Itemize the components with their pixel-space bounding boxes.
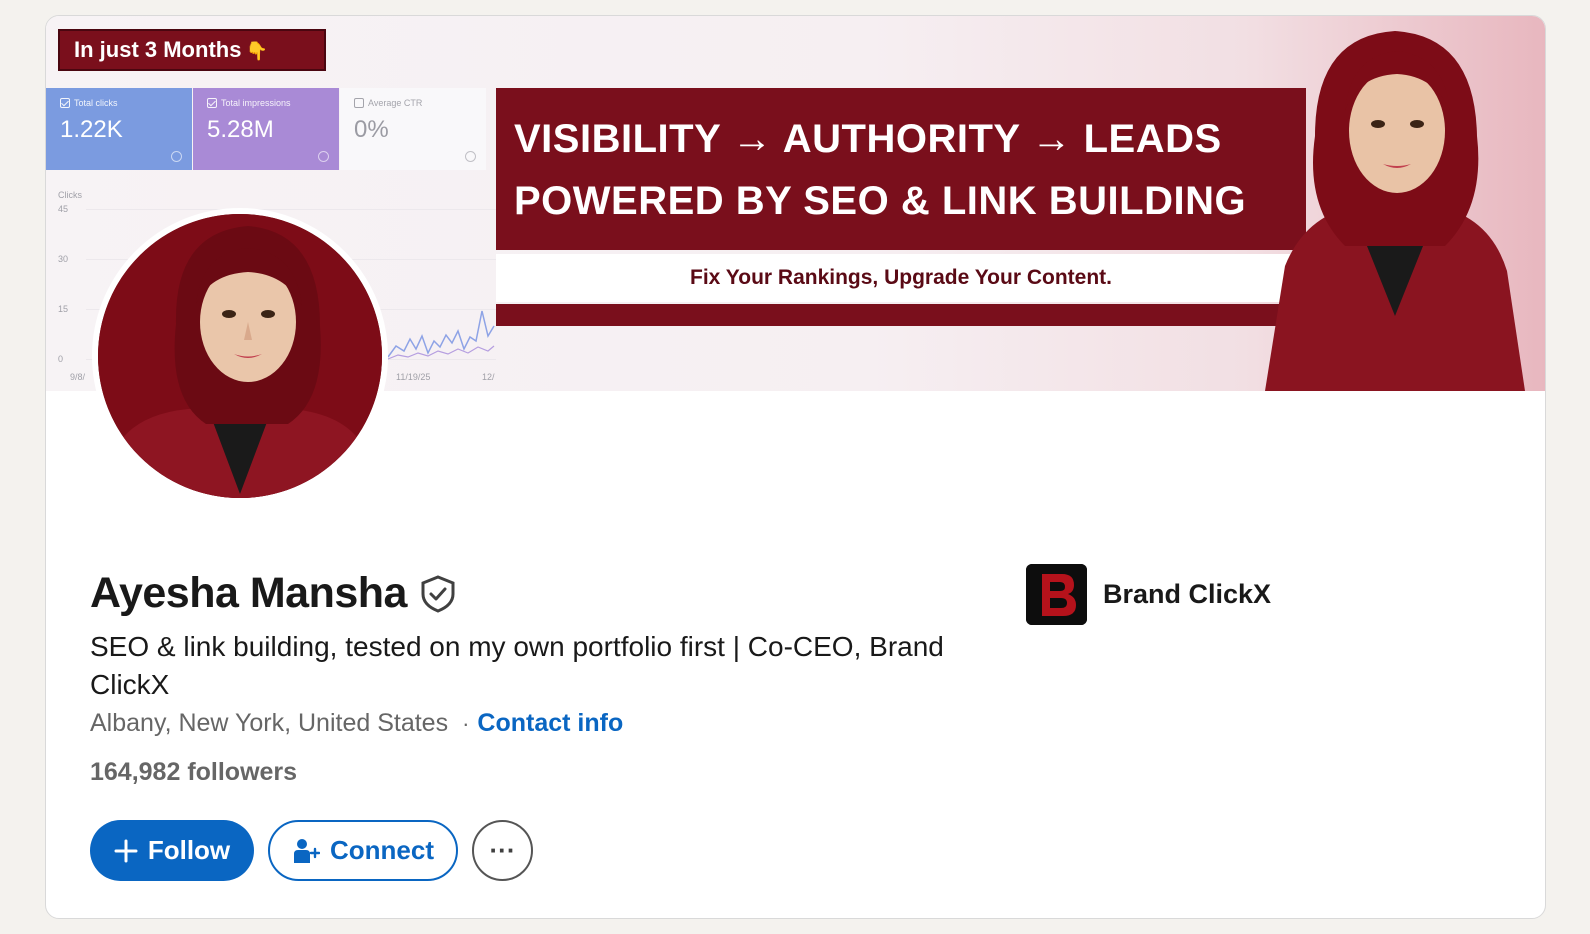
help-icon bbox=[171, 151, 182, 162]
point-down-icon: 👇 bbox=[245, 41, 268, 61]
chart-y-tick: 45 bbox=[58, 204, 69, 214]
contact-info-link[interactable]: Contact info bbox=[477, 709, 623, 738]
chart-y-tick: 15 bbox=[58, 304, 69, 314]
banner-headline-line2: POWERED BY SEO & LINK BUILDING bbox=[514, 179, 1247, 223]
metric-value: 0% bbox=[354, 116, 389, 143]
chart-x-tick: 11/19/25 bbox=[396, 372, 431, 382]
checkbox-icon bbox=[354, 98, 364, 108]
profile-name: Ayesha Mansha bbox=[90, 569, 407, 617]
add-person-icon bbox=[294, 838, 320, 863]
follow-button[interactable]: Follow bbox=[90, 820, 254, 881]
profile-name-row: Ayesha Mansha bbox=[90, 569, 457, 618]
metric-average-ctr: Average CTR 0% bbox=[340, 88, 486, 170]
banner-tag: In just 3 Months 👇 bbox=[58, 29, 326, 71]
profile-card: In just 3 Months 👇 Total clicks 1.22K Tot… bbox=[45, 15, 1546, 919]
company-logo bbox=[1026, 564, 1087, 625]
metric-total-clicks: Total clicks 1.22K bbox=[46, 88, 192, 170]
banner-subheadline: Fix Your Rankings, Upgrade Your Content. bbox=[496, 254, 1306, 302]
profile-avatar[interactable] bbox=[92, 208, 388, 504]
banner-accent-bar bbox=[496, 304, 1306, 326]
chart-y-tick: 30 bbox=[58, 254, 69, 264]
separator-dot: · bbox=[462, 710, 470, 736]
help-icon bbox=[318, 151, 329, 162]
checkbox-icon bbox=[60, 98, 70, 108]
more-icon: ··· bbox=[489, 835, 516, 865]
verified-shield-icon[interactable] bbox=[419, 574, 457, 614]
banner-tag-text: In just 3 Months bbox=[74, 37, 242, 62]
chart-y-tick: 0 bbox=[58, 354, 64, 364]
metric-value: 5.28M bbox=[207, 116, 274, 143]
connect-button[interactable]: Connect bbox=[268, 820, 458, 881]
followers-count: 164,982 followers bbox=[90, 758, 298, 786]
profile-location: Albany, New York, United States bbox=[90, 709, 449, 737]
chart-x-tick: 12/ bbox=[482, 372, 495, 382]
banner-person-photo bbox=[1245, 16, 1545, 391]
chart-x-tick: 9/8/ bbox=[70, 372, 86, 382]
metric-value: 1.22K bbox=[60, 116, 123, 143]
profile-location-row: Albany, New York, United States · Contac… bbox=[90, 709, 623, 738]
more-actions-button[interactable]: ··· bbox=[472, 820, 533, 881]
plus-icon bbox=[114, 839, 138, 862]
banner-headline-line1: VISIBILITY → AUTHORITY → LEADS bbox=[514, 117, 1222, 161]
banner-headline-box: VISIBILITY → AUTHORITY → LEADS POWERED B… bbox=[496, 88, 1306, 250]
chart-line bbox=[387, 310, 495, 360]
metric-total-impressions: Total impressions 5.28M bbox=[193, 88, 339, 170]
connect-button-label: Connect bbox=[330, 835, 434, 865]
company-name: Brand ClickX bbox=[1103, 579, 1272, 609]
chart-y-title: Clicks bbox=[58, 190, 82, 200]
checkbox-icon bbox=[207, 98, 217, 108]
help-icon bbox=[465, 151, 476, 162]
follow-button-label: Follow bbox=[147, 835, 231, 865]
current-company[interactable]: Brand ClickX bbox=[1026, 564, 1271, 625]
profile-headline: SEO & link building, tested on my own po… bbox=[90, 631, 944, 700]
